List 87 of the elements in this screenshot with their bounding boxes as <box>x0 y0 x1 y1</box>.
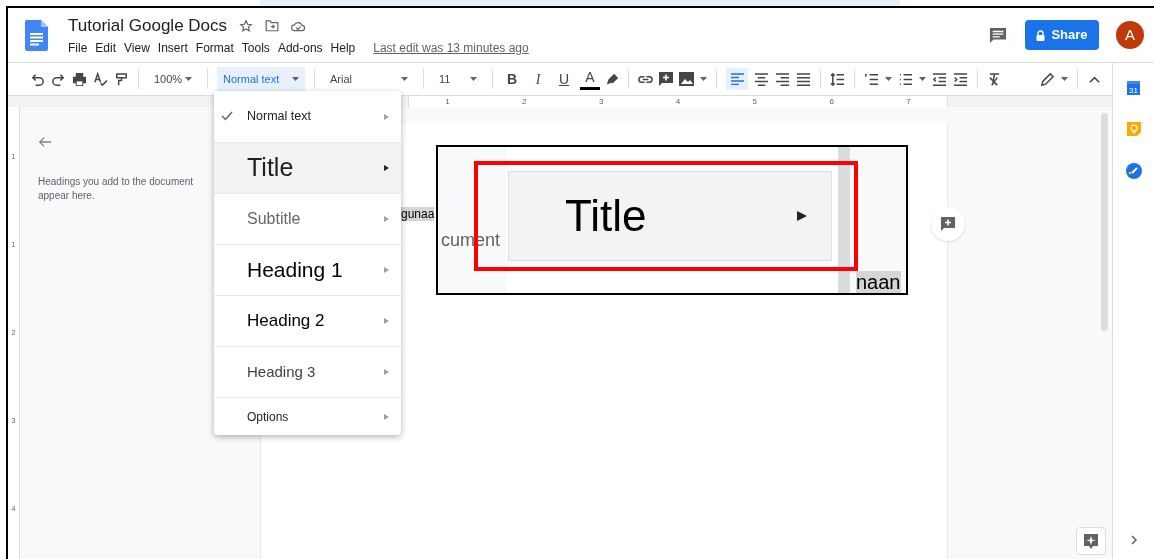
comment-plus-icon[interactable] <box>659 72 673 86</box>
align-right-icon[interactable] <box>775 71 790 87</box>
avatar[interactable]: A <box>1116 21 1144 49</box>
text-format-button[interactable]: B <box>502 68 522 90</box>
print-icon[interactable] <box>72 71 87 87</box>
pencil-icon[interactable] <box>1040 71 1055 87</box>
submenu-arrow-icon <box>384 113 389 120</box>
style-menu-item[interactable]: Normal text <box>214 91 401 142</box>
ruler-number: 7 <box>906 95 911 108</box>
increase-indent-icon[interactable] <box>953 71 968 87</box>
highlighter-icon[interactable] <box>606 72 619 86</box>
menu-item[interactable]: Insert <box>157 39 188 58</box>
folder-icon[interactable] <box>265 19 280 32</box>
caret-icon <box>470 77 477 81</box>
align-left-icon <box>730 73 744 85</box>
caret-icon <box>185 77 192 81</box>
explore-button[interactable] <box>1076 527 1106 555</box>
lock-icon <box>1036 29 1046 41</box>
zoomed-document-text: naan <box>856 271 901 293</box>
cloud-check-icon[interactable] <box>291 19 307 32</box>
ruler-number: 5 <box>752 95 757 108</box>
line-spacing-icon[interactable] <box>830 71 845 87</box>
submenu-arrow-icon <box>384 165 389 171</box>
menu-item[interactable]: Help <box>330 39 356 58</box>
style-menu-item[interactable]: Heading 3 <box>214 346 401 397</box>
style-menu-item[interactable]: Subtitle <box>214 193 401 244</box>
ruler-number: 3 <box>598 95 604 108</box>
text-format-button[interactable]: I <box>528 68 548 90</box>
docs-logo-icon[interactable] <box>25 19 48 51</box>
menu-item[interactable]: View <box>124 39 150 58</box>
ruler-number: 4 <box>675 95 681 108</box>
menu-item[interactable]: Tools <box>241 39 270 58</box>
text-format-button[interactable]: U <box>554 68 574 90</box>
submenu-arrow-icon <box>797 211 807 221</box>
zoomed-title-label: Title <box>565 190 647 242</box>
font-size-dropdown[interactable]: 11 <box>433 67 483 91</box>
align-left-button[interactable] <box>726 68 748 90</box>
scrollbar-thumb[interactable] <box>1101 113 1108 331</box>
submenu-arrow-icon <box>384 413 389 420</box>
document-title[interactable]: Tutorial Google Docs <box>68 12 228 39</box>
document-text: gunaa <box>401 207 435 221</box>
style-menu-item[interactable]: Heading 2 <box>214 295 401 346</box>
style-dropdown[interactable]: Normal text <box>217 67 305 91</box>
font-dropdown[interactable]: Arial <box>324 67 414 91</box>
paint-format-icon[interactable] <box>114 71 129 87</box>
ruler-number: 1 <box>445 95 450 108</box>
text-format-button[interactable]: A <box>580 68 600 90</box>
star-icon[interactable] <box>239 18 254 33</box>
decrease-indent-icon[interactable] <box>932 71 947 87</box>
style-menu-item[interactable]: Heading 1 <box>214 244 401 295</box>
comment-icon[interactable] <box>989 26 1007 44</box>
zoom-dropdown[interactable]: 100% <box>148 67 198 91</box>
caret-icon <box>700 77 707 81</box>
menu-item[interactable]: File <box>68 39 88 58</box>
sparkle-icon <box>1084 533 1098 549</box>
menu-item[interactable]: Edit <box>95 39 117 58</box>
align-center-icon[interactable] <box>754 71 769 87</box>
calendar-icon[interactable]: 31 <box>1127 81 1140 95</box>
style-menu-item[interactable]: Options <box>214 397 401 435</box>
bulleted-list-icon[interactable] <box>898 71 913 87</box>
numbered-list-icon[interactable] <box>864 71 879 87</box>
submenu-arrow-icon <box>384 267 389 273</box>
chevron-right-icon[interactable] <box>1129 535 1138 545</box>
clear-formatting-icon[interactable] <box>987 71 1002 87</box>
menu-item[interactable]: Add-ons <box>277 39 323 58</box>
comment-plus-icon <box>941 217 955 231</box>
image-icon[interactable] <box>679 72 694 86</box>
justify-icon[interactable] <box>796 71 811 87</box>
add-comment-button[interactable] <box>931 207 965 241</box>
submenu-arrow-icon <box>384 216 389 222</box>
caret-icon <box>1061 77 1068 81</box>
ruler-number: 6 <box>829 95 834 108</box>
caret-icon <box>401 77 408 81</box>
submenu-arrow-icon <box>384 369 389 375</box>
spellcheck-icon[interactable] <box>93 71 108 87</box>
caret-icon <box>919 77 926 81</box>
menu-item[interactable]: Format <box>195 39 234 58</box>
share-button[interactable]: Share <box>1025 20 1099 50</box>
back-arrow-icon[interactable] <box>38 135 52 149</box>
last-edit-link[interactable]: Last edit was 13 minutes ago <box>373 39 529 58</box>
style-menu-item[interactable]: Title <box>214 142 401 193</box>
caret-icon <box>292 77 299 81</box>
check-circle-icon[interactable] <box>1125 163 1142 179</box>
submenu-arrow-icon <box>384 318 389 324</box>
ruler-number: 2 <box>522 95 527 108</box>
caret-icon <box>885 77 892 81</box>
outline-hint: Headings you add to the document appear here. <box>38 175 195 203</box>
